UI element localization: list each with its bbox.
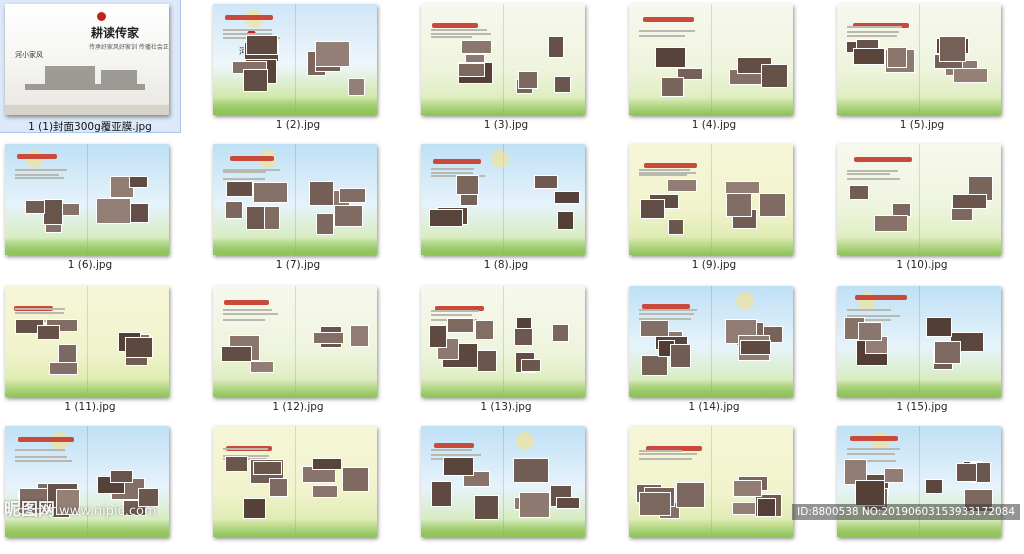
file-tile[interactable]: 耕读传家传承好家风好家训 传播社会正能量河小家风 1 (1)封面300g覆亚膜.j… [0, 0, 181, 133]
file-name-label: 1 (13).jpg [480, 401, 532, 413]
file-tile[interactable]: 1 (3).jpg [416, 0, 596, 132]
file-thumbnail[interactable] [629, 286, 793, 397]
file-name-label: 1 (8).jpg [483, 259, 529, 271]
file-tile[interactable] [208, 422, 388, 554]
file-thumbnail[interactable] [213, 286, 377, 397]
file-tile[interactable] [624, 422, 804, 554]
file-name-label: 1 (14).jpg [688, 401, 740, 413]
file-tile[interactable]: 1 (5).jpg [832, 0, 1012, 132]
file-tile[interactable]: 1 (9).jpg [624, 140, 804, 272]
file-thumbnail[interactable] [837, 286, 1001, 397]
watermark-url: www.nipic.com [59, 504, 157, 519]
file-tile[interactable]: 1 (12).jpg [208, 282, 388, 414]
file-name-label: 1 (10).jpg [896, 259, 948, 271]
watermark-id: ID:8800538 NO:20190603153933172084 [792, 504, 1020, 520]
file-thumbnail[interactable] [837, 426, 1001, 537]
file-thumbnail[interactable] [421, 4, 585, 115]
file-name-label: 1 (6).jpg [67, 259, 113, 271]
file-thumbnail[interactable] [629, 4, 793, 115]
file-name-label: 1 (11).jpg [64, 401, 116, 413]
cover-brand: 河小家风 [15, 51, 43, 59]
file-tile[interactable]: 1 (6).jpg [0, 140, 180, 272]
file-thumbnail[interactable] [421, 426, 585, 537]
seal-logo [97, 12, 106, 21]
file-thumbnail[interactable] [5, 426, 169, 537]
file-tile[interactable]: 1 (15).jpg [832, 282, 1012, 414]
file-tile[interactable]: 河小家训 1 (2).jpg [208, 0, 388, 132]
file-thumbnail[interactable] [421, 286, 585, 397]
file-tile[interactable]: 1 (14).jpg [624, 282, 804, 414]
file-thumbnail[interactable] [421, 144, 585, 255]
file-name-label: 1 (3).jpg [483, 119, 529, 131]
file-tile[interactable] [416, 422, 596, 554]
file-tile[interactable] [0, 422, 180, 554]
file-thumbnail[interactable]: 河小家训 [213, 4, 377, 115]
file-thumbnail[interactable] [213, 426, 377, 537]
file-name-label: 1 (9).jpg [691, 259, 737, 271]
file-thumbnail[interactable] [629, 426, 793, 537]
file-thumbnail[interactable] [213, 144, 377, 255]
cover-subtitle: 传承好家风好家训 传播社会正能量 [89, 44, 169, 51]
file-tile[interactable]: 1 (8).jpg [416, 140, 596, 272]
file-name-label: 1 (12).jpg [272, 401, 324, 413]
thumbnail-grid: 耕读传家传承好家风好家训 传播社会正能量河小家风 1 (1)封面300g覆亚膜.j… [0, 0, 1024, 537]
file-tile[interactable]: 1 (7).jpg [208, 140, 388, 272]
file-thumbnail[interactable] [837, 4, 1001, 115]
file-thumbnail[interactable]: 耕读传家传承好家风好家训 传播社会正能量河小家风 [5, 4, 169, 115]
watermark-logo: 昵图网 www.nipic.com [4, 500, 157, 520]
file-thumbnail[interactable] [5, 144, 169, 255]
file-name-label: 1 (15).jpg [896, 401, 948, 413]
file-tile[interactable]: 1 (4).jpg [624, 0, 804, 132]
file-tile[interactable]: 1 (13).jpg [416, 282, 596, 414]
file-name-label: 1 (5).jpg [899, 119, 945, 131]
file-name-label: 1 (4).jpg [691, 119, 737, 131]
file-tile[interactable]: 1 (10).jpg [832, 140, 1012, 272]
file-tile[interactable]: 1 (11).jpg [0, 282, 180, 414]
file-thumbnail[interactable] [5, 286, 169, 397]
file-thumbnail[interactable] [837, 144, 1001, 255]
file-thumbnail[interactable] [629, 144, 793, 255]
file-name-label: 1 (2).jpg [275, 119, 321, 131]
file-name-label: 1 (7).jpg [275, 259, 321, 271]
file-name-label: 1 (1)封面300g覆亚膜.jpg [28, 121, 152, 133]
cover-title: 耕读传家 [91, 26, 140, 40]
file-tile[interactable] [832, 422, 1012, 554]
